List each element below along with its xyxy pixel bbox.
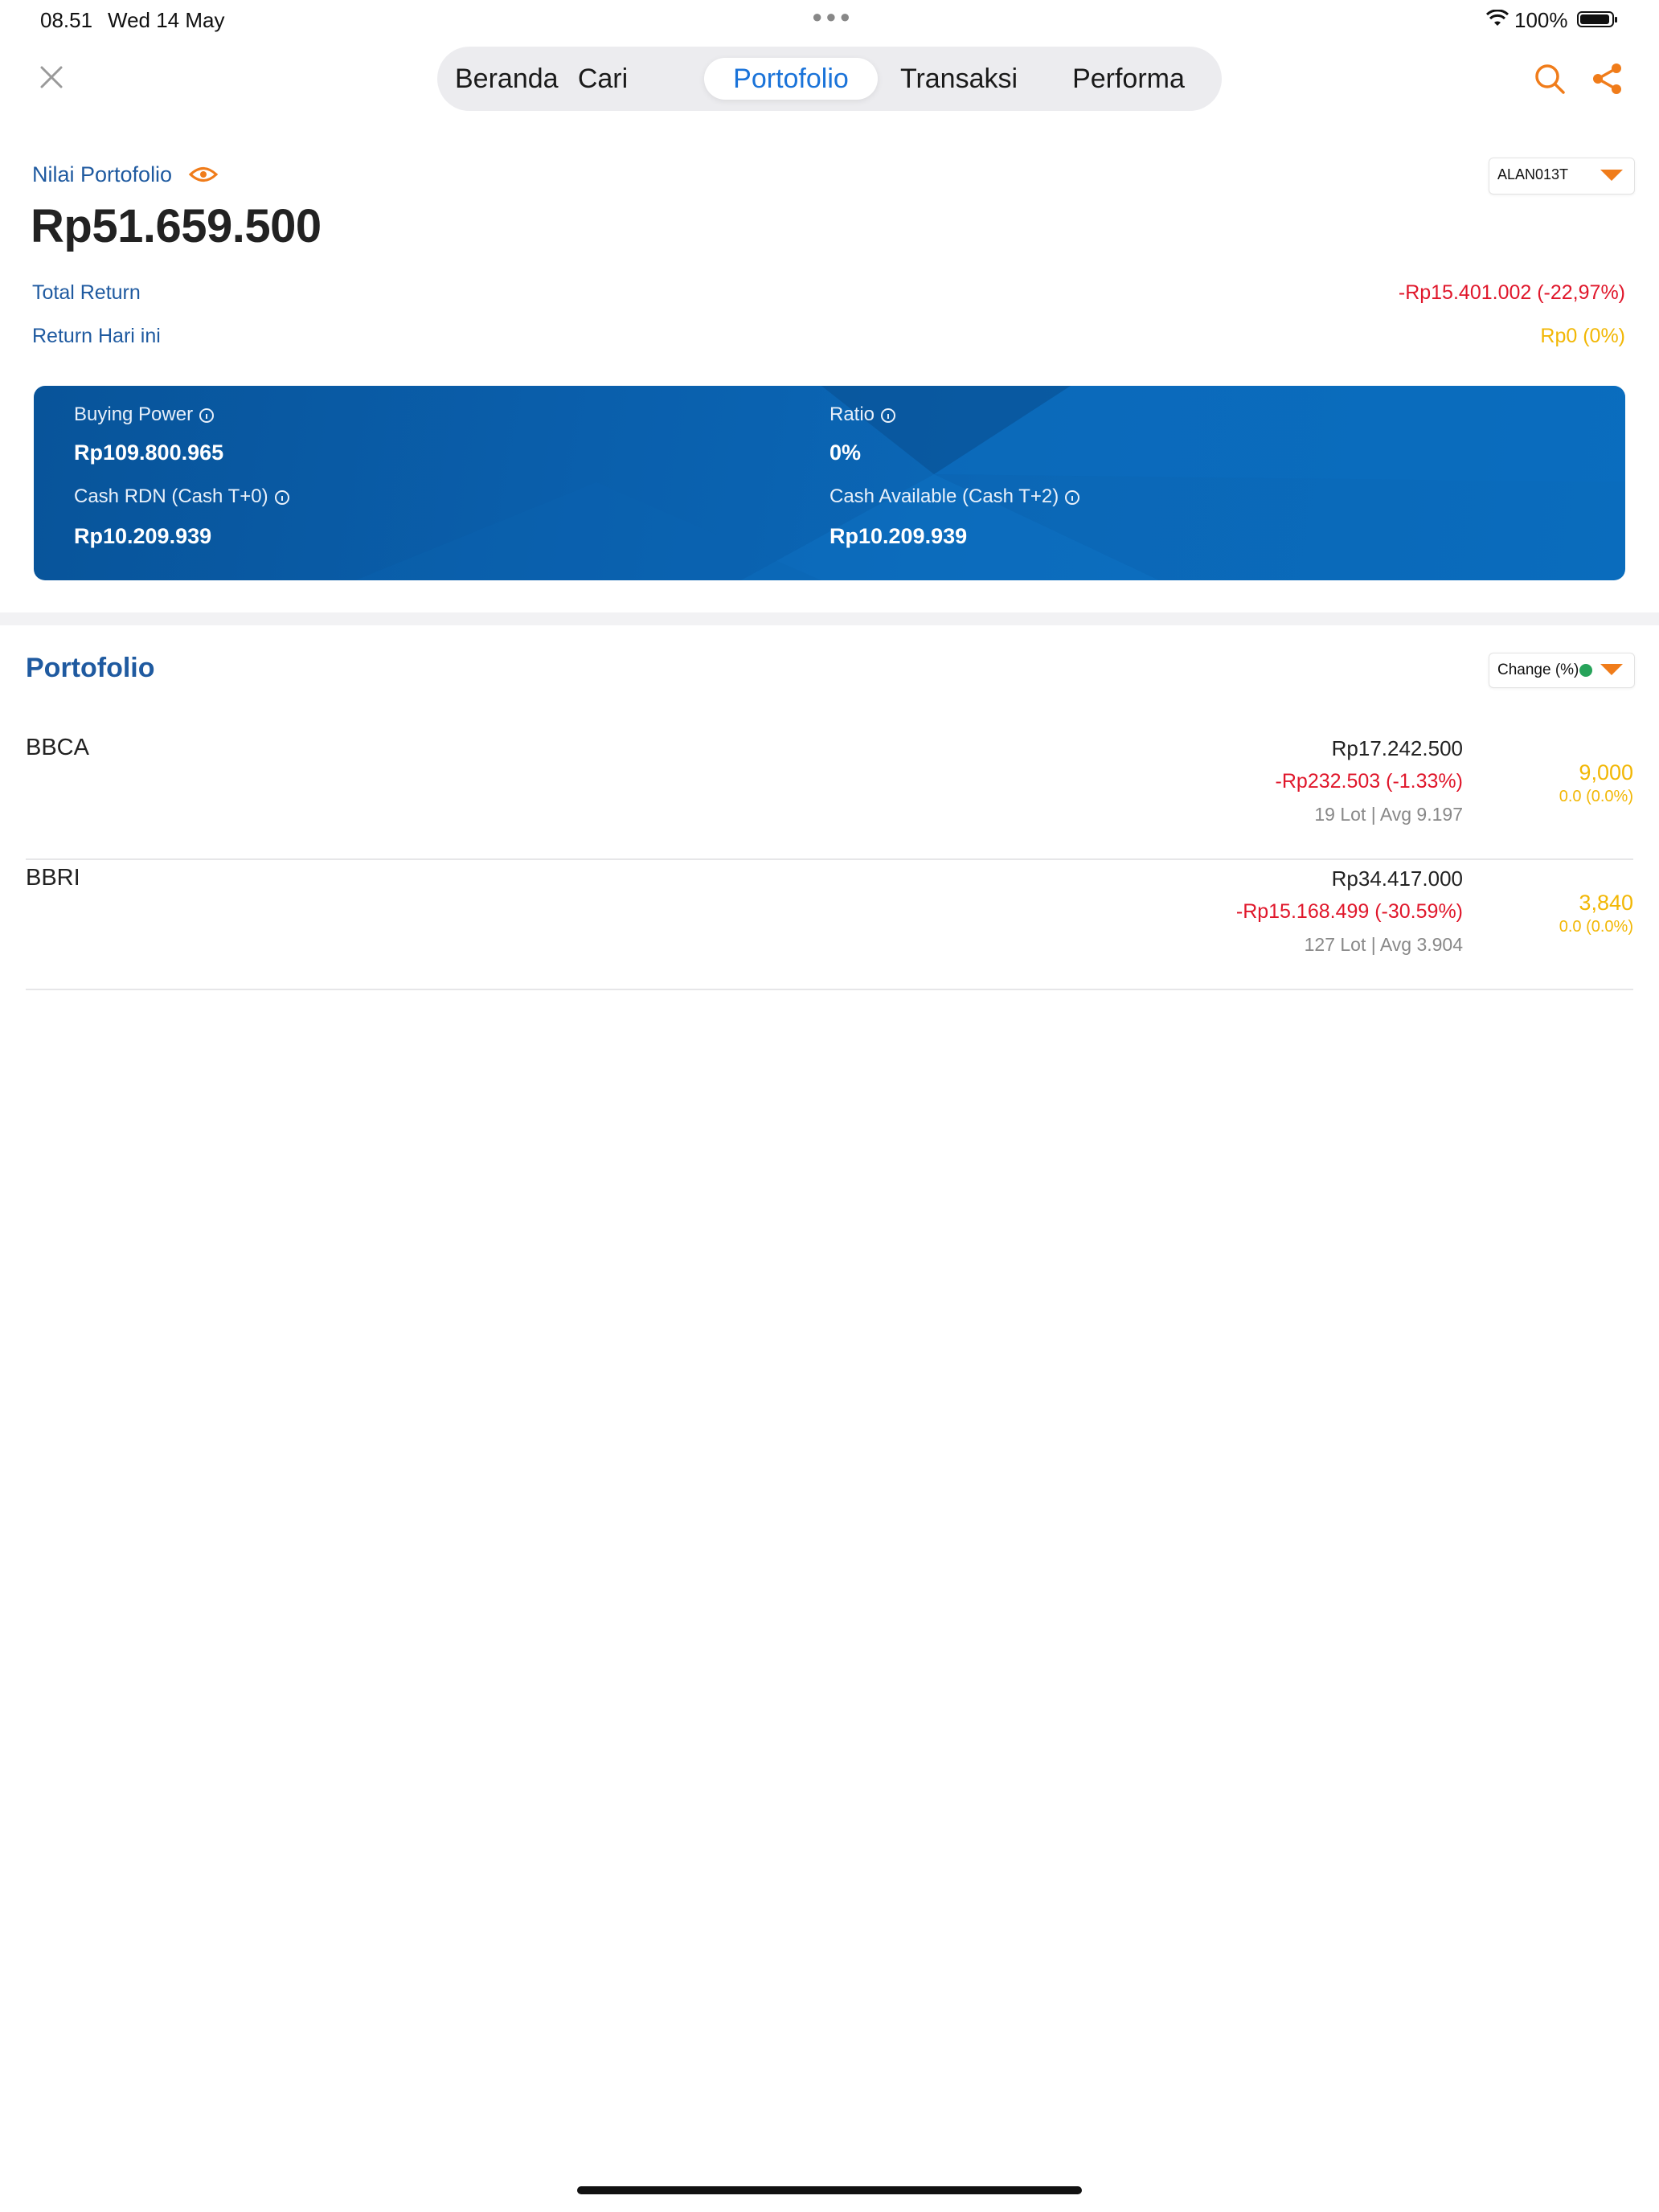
nav-tabs: Beranda Cari Portofolio Transaksi Perfor… bbox=[437, 47, 1222, 111]
holding-price: 9,000 bbox=[1579, 760, 1633, 784]
caret-down-icon bbox=[1600, 170, 1623, 181]
info-icon[interactable] bbox=[274, 490, 289, 505]
eye-icon[interactable] bbox=[188, 162, 219, 186]
total-return-value: -Rp15.401.002 (-22,97%) bbox=[1398, 281, 1625, 304]
portfolio-section-title: Portofolio bbox=[26, 653, 155, 683]
close-icon[interactable] bbox=[34, 59, 69, 95]
tab-portofolio[interactable]: Portofolio bbox=[704, 58, 878, 100]
tab-beranda[interactable]: Beranda bbox=[455, 58, 559, 100]
tab-performa[interactable]: Performa bbox=[1059, 58, 1198, 100]
holding-market-value: Rp17.242.500 bbox=[1331, 736, 1463, 760]
total-return-label: Total Return bbox=[32, 281, 141, 304]
today-return-value: Rp0 (0%) bbox=[1540, 325, 1625, 347]
sort-dropdown[interactable]: Change (%) bbox=[1489, 653, 1635, 688]
share-icon[interactable] bbox=[1590, 61, 1625, 96]
info-icon[interactable] bbox=[199, 408, 215, 423]
cash-rdn-value: Rp10.209.939 bbox=[74, 524, 212, 548]
caret-down-icon bbox=[1600, 664, 1623, 675]
holding-ticker: BBCA bbox=[26, 735, 89, 760]
info-icon[interactable] bbox=[1065, 490, 1080, 505]
status-bar: 08.51 Wed 14 May ●●● 100% bbox=[0, 0, 1659, 39]
ratio-value: 0% bbox=[830, 440, 862, 465]
ratio-label: Ratio bbox=[830, 403, 896, 426]
holding-profit-loss: -Rp15.168.499 (-30.59%) bbox=[1235, 900, 1463, 923]
holding-price: 3,840 bbox=[1579, 891, 1633, 915]
cash-rdn-label: Cash RDN (Cash T+0) bbox=[74, 485, 289, 508]
holding-lot-avg: 127 Lot | Avg 3.904 bbox=[1304, 934, 1463, 955]
tab-transaksi[interactable]: Transaksi bbox=[892, 58, 1026, 100]
battery-icon bbox=[1577, 11, 1617, 27]
multitasking-dots-icon[interactable]: ●●● bbox=[812, 6, 854, 27]
info-icon[interactable] bbox=[881, 408, 896, 423]
cash-available-label: Cash Available (Cash T+2) bbox=[830, 485, 1080, 508]
buying-power-card: Buying Power Rp109.800.965 Ratio 0% Cash… bbox=[34, 386, 1625, 580]
holding-row[interactable]: BBRI Rp34.417.000 -Rp15.168.499 (-30.59%… bbox=[26, 860, 1633, 990]
holding-change: 0.0 (0.0%) bbox=[1559, 918, 1633, 936]
sort-indicator-icon bbox=[1579, 664, 1592, 677]
portfolio-value: Rp51.659.500 bbox=[31, 200, 322, 252]
portfolio-value-label: Nilai Portofolio bbox=[32, 162, 173, 186]
cash-available-value: Rp10.209.939 bbox=[830, 524, 968, 548]
buying-power-value: Rp109.800.965 bbox=[74, 440, 224, 465]
sort-label: Change (%) bbox=[1497, 662, 1579, 678]
account-dropdown[interactable]: ALAN013T bbox=[1489, 158, 1635, 195]
holding-change: 0.0 (0.0%) bbox=[1559, 788, 1633, 805]
today-return-label: Return Hari ini bbox=[32, 325, 161, 347]
status-time: 08.51 bbox=[40, 8, 93, 32]
account-id: ALAN013T bbox=[1497, 166, 1569, 182]
status-date: Wed 14 May bbox=[108, 8, 225, 32]
wifi-icon bbox=[1485, 10, 1509, 26]
home-indicator[interactable] bbox=[577, 2186, 1082, 2194]
battery-percent: 100% bbox=[1514, 8, 1568, 32]
holding-lot-avg: 19 Lot | Avg 9.197 bbox=[1314, 804, 1463, 825]
holding-profit-loss: -Rp232.503 (-1.33%) bbox=[1275, 770, 1463, 793]
search-icon[interactable] bbox=[1532, 61, 1567, 96]
holding-market-value: Rp34.417.000 bbox=[1331, 866, 1463, 891]
buying-power-label: Buying Power bbox=[74, 403, 215, 426]
holding-row[interactable]: BBCA Rp17.242.500 -Rp232.503 (-1.33%) 19… bbox=[26, 730, 1633, 860]
section-divider bbox=[0, 612, 1659, 625]
tab-cari[interactable]: Cari bbox=[571, 58, 635, 100]
holding-ticker: BBRI bbox=[26, 865, 80, 891]
